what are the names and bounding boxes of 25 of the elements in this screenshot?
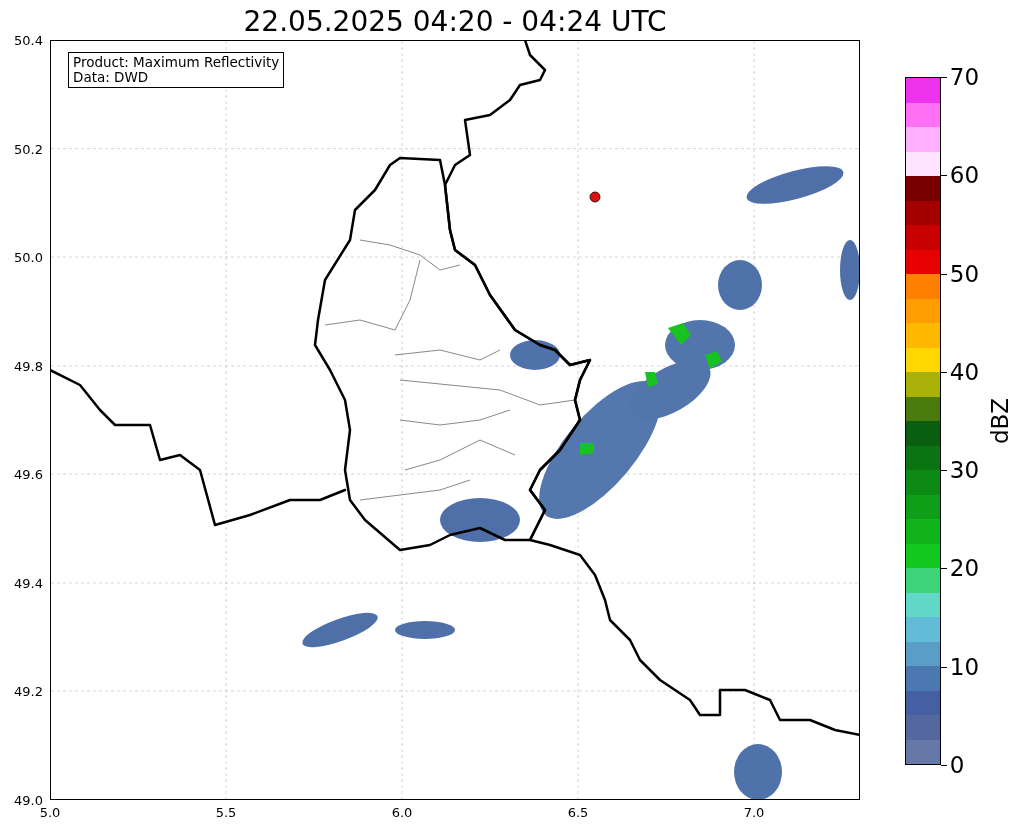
scale-label: 60 [949, 162, 980, 189]
scale-label: 0 [949, 752, 965, 778]
x-axis-label: 6.5 [567, 805, 589, 820]
y-axis-label: 50.0 [14, 249, 43, 265]
info-text: Product: Maximum Reflectivity [73, 55, 280, 70]
y-axis-label: 49.8 [14, 358, 43, 374]
x-axis-label: 7.0 [743, 805, 765, 820]
x-axis-label: 6.0 [391, 805, 413, 820]
y-axis-label: 49.6 [14, 466, 43, 482]
scale-label: 40 [949, 358, 980, 385]
scale-label: 10 [949, 653, 980, 680]
scale-label: 70 [949, 64, 980, 90]
info-text: Data: DWD [73, 70, 150, 85]
y-axis-label: 49.4 [14, 575, 43, 591]
y-axis-label: 49.0 [14, 792, 43, 808]
scale-label: 20 [949, 555, 980, 582]
y-axis-label: 50.2 [14, 141, 43, 157]
x-axis-label: 5.5 [215, 805, 237, 820]
scale-title: dBZ [986, 397, 1013, 445]
scale-label: 50 [949, 260, 980, 287]
y-axis-label: 49.2 [14, 683, 43, 699]
scale-label: 30 [949, 457, 980, 484]
y-axis-label: 50.4 [14, 32, 43, 48]
x-axis-label: 5.0 [39, 805, 61, 820]
chart-title: 22.05.2025 04:20 - 04:24 UTC [242, 4, 668, 40]
